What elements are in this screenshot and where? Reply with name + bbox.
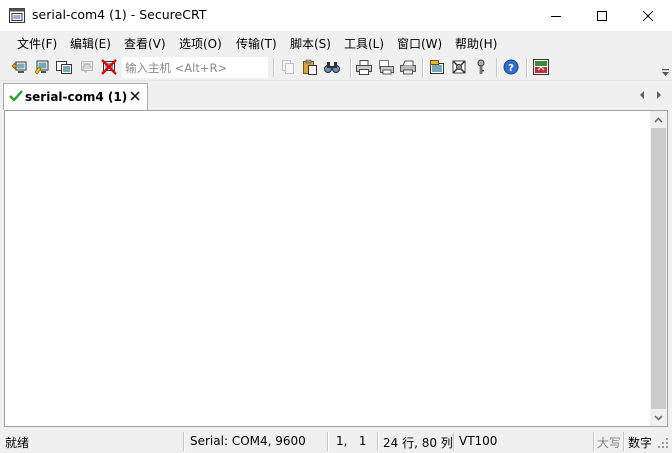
paste-icon[interactable] xyxy=(301,58,319,76)
window-title: serial-com4 (1) - SecureCRT xyxy=(32,7,207,22)
close-button[interactable] xyxy=(625,0,671,31)
svg-text:?: ? xyxy=(508,63,514,74)
print-setup-icon[interactable] xyxy=(399,58,417,76)
toolbar-separator xyxy=(526,58,527,77)
status-divider xyxy=(593,432,594,451)
menu-script[interactable]: 脚本(S) xyxy=(290,35,331,52)
menu-bar: 文件(F) 编辑(E) 查看(V) 选项(O) 传输(T) 脚本(S) 工具(L… xyxy=(0,31,672,54)
session-options-icon[interactable] xyxy=(428,58,446,76)
status-divider xyxy=(623,432,624,451)
global-options-icon[interactable] xyxy=(450,58,468,76)
sftp-icon[interactable] xyxy=(532,58,550,76)
toolbar-overflow-icon[interactable] xyxy=(662,69,669,77)
minimize-icon xyxy=(551,15,561,17)
toolbar-separator xyxy=(273,58,274,77)
menu-window[interactable]: 窗口(W) xyxy=(397,35,442,52)
tab-label: serial-com4 (1) xyxy=(25,90,128,104)
status-bar: 就绪 Serial: COM4, 9600 1, 1 24 行, 80 列 VT… xyxy=(0,430,672,453)
status-connection: Serial: COM4, 9600 xyxy=(190,434,306,448)
minimize-button[interactable] xyxy=(533,0,579,31)
status-caps-lock: 大写 xyxy=(597,436,622,450)
connect-in-tab-icon[interactable] xyxy=(55,58,73,76)
toolbar-separator xyxy=(422,58,423,77)
vertical-scrollbar[interactable] xyxy=(650,111,667,426)
title-bar: serial-com4 (1) - SecureCRT xyxy=(0,0,672,31)
print-selection-icon[interactable] xyxy=(377,58,395,76)
status-divider xyxy=(453,432,454,451)
status-num-lock: 数字 xyxy=(628,436,653,450)
terminal-screen[interactable] xyxy=(5,111,650,426)
keymap-icon[interactable] xyxy=(472,58,490,76)
tab-serial-com4[interactable]: serial-com4 (1) xyxy=(3,83,148,110)
status-divider xyxy=(183,432,184,451)
help-icon[interactable]: ? xyxy=(502,58,520,76)
maximize-icon xyxy=(597,10,607,21)
connected-check-icon xyxy=(9,90,23,102)
scroll-up-button[interactable] xyxy=(650,111,667,128)
print-icon[interactable] xyxy=(355,58,373,76)
tab-bar: serial-com4 (1) xyxy=(0,81,672,110)
status-cursor-position: 1, 1 xyxy=(336,434,367,448)
copy-icon[interactable] xyxy=(279,58,297,76)
tab-close-icon[interactable] xyxy=(130,91,140,101)
menu-options[interactable]: 选项(O) xyxy=(179,35,222,52)
disconnect-icon[interactable] xyxy=(100,58,118,76)
quick-connect-icon[interactable] xyxy=(33,58,51,76)
chevron-down-icon xyxy=(654,414,663,421)
status-emulation: VT100 xyxy=(459,434,498,448)
menu-help[interactable]: 帮助(H) xyxy=(455,35,497,52)
securecrt-app-icon[interactable] xyxy=(9,8,25,23)
connect-icon[interactable] xyxy=(11,58,29,76)
reconnect-icon[interactable] xyxy=(78,58,96,76)
chevron-up-icon xyxy=(654,116,663,123)
tab-scroll-right-icon[interactable] xyxy=(655,90,663,100)
menu-edit[interactable]: 编辑(E) xyxy=(70,35,111,52)
menu-tools[interactable]: 工具(L) xyxy=(344,35,384,52)
scroll-down-button[interactable] xyxy=(650,409,667,426)
status-divider xyxy=(377,432,378,451)
maximize-button[interactable] xyxy=(579,0,625,31)
status-ready: 就绪 xyxy=(5,436,30,450)
menu-view[interactable]: 查看(V) xyxy=(124,35,166,52)
toolbar-separator xyxy=(350,58,351,77)
toolbar: 输入主机 <Alt+R> ? xyxy=(0,54,672,81)
menu-transfer[interactable]: 传输(T) xyxy=(236,35,277,52)
status-divider xyxy=(327,432,328,451)
resize-grip-icon[interactable] xyxy=(657,437,669,449)
status-terminal-size: 24 行, 80 列 xyxy=(383,436,453,450)
scroll-thumb[interactable] xyxy=(651,128,666,409)
menu-file[interactable]: 文件(F) xyxy=(17,35,57,52)
close-icon xyxy=(643,10,653,21)
tab-scroll-left-icon[interactable] xyxy=(638,90,646,100)
quick-connect-input[interactable]: 输入主机 <Alt+R> xyxy=(122,57,268,78)
toolbar-separator xyxy=(496,58,497,77)
find-icon[interactable] xyxy=(323,58,341,76)
terminal-frame xyxy=(4,110,668,427)
